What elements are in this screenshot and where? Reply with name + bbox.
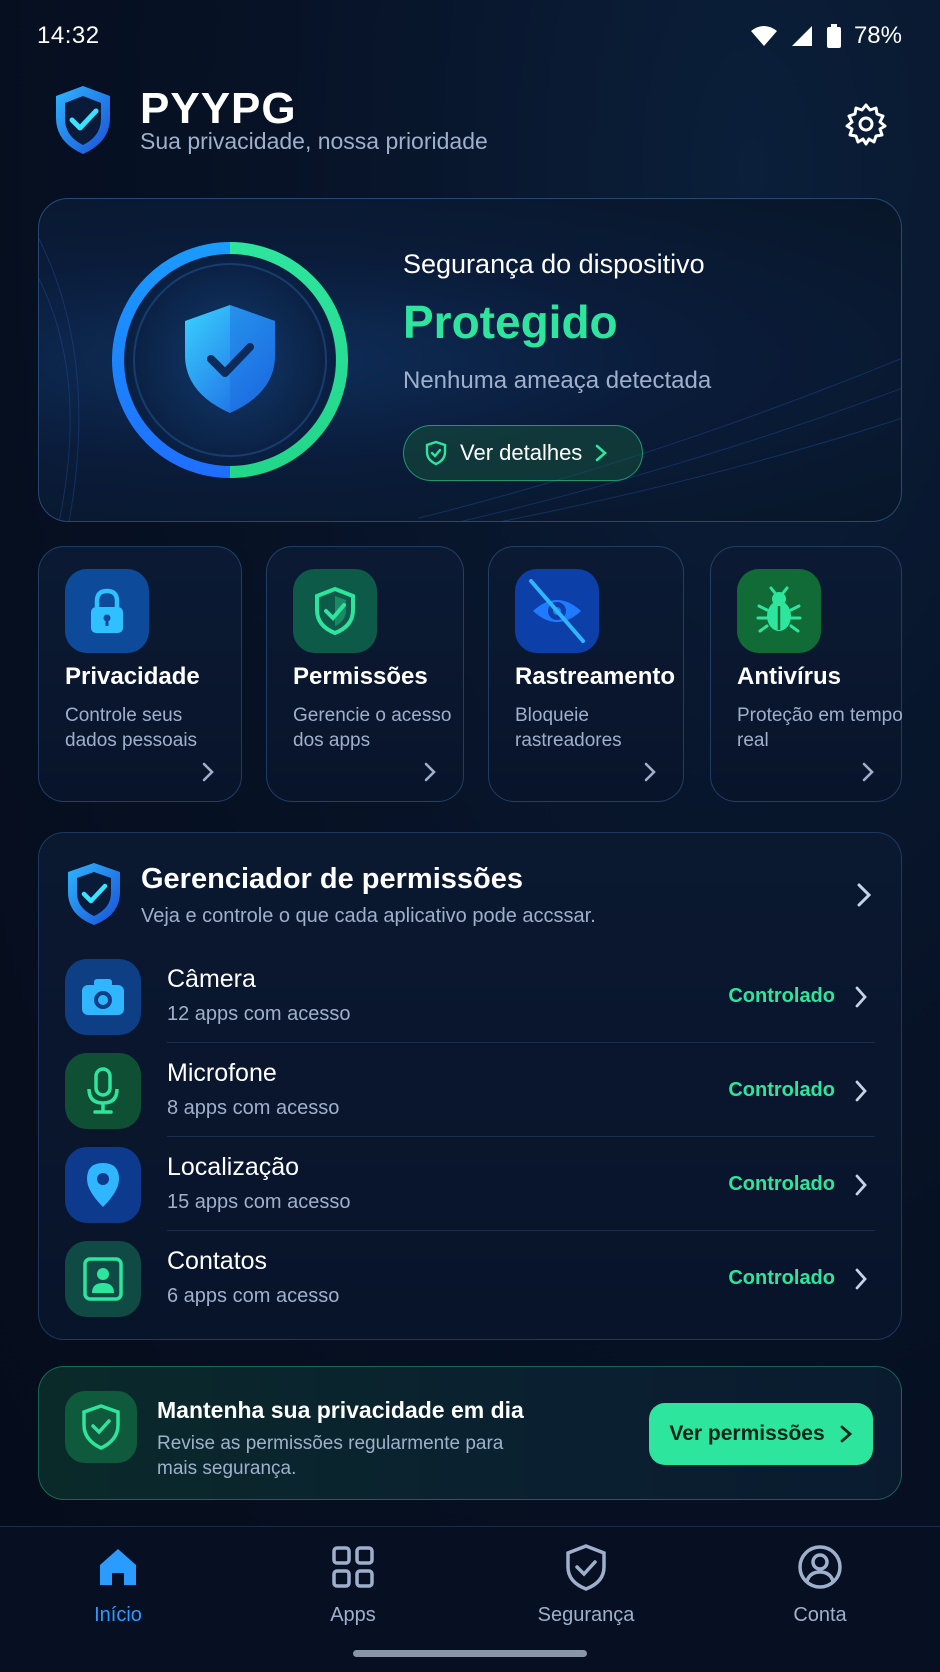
chevron-right-icon[interactable]: [855, 881, 873, 909]
permission-status: Controlado: [728, 1079, 835, 1101]
banner-title: Mantenha sua privacidade em dia: [157, 1397, 524, 1423]
shield-check-small-icon: [425, 440, 447, 466]
view-permissions-label: Ver permissões: [669, 1422, 825, 1445]
chevron-right-icon: [840, 1425, 852, 1443]
device-security-card[interactable]: Segurança do dispositivo Protegido Nenhu…: [38, 198, 902, 522]
brand-subtitle: Sua privacidade, nossa prioridade: [140, 128, 488, 154]
bug-icon: [737, 569, 821, 653]
card-description: Proteção em tempo real: [737, 705, 903, 751]
protection-ring: [112, 242, 348, 478]
shield-icon: [566, 1544, 606, 1591]
card-description: Gerencie o acesso dos apps: [293, 705, 452, 751]
grid-icon: [332, 1546, 374, 1588]
card-title: Antivírus: [737, 663, 842, 690]
shield-check-icon: [65, 1391, 137, 1463]
nav-label: Segurança: [537, 1604, 635, 1626]
permission-row-location[interactable]: Localização 15 apps com acesso Controlad…: [65, 1137, 875, 1231]
contact-icon: [65, 1241, 141, 1317]
chevron-right-icon: [855, 1174, 867, 1196]
permission-manager-card: Gerenciador de permissões Veja e control…: [38, 832, 902, 1340]
chevron-right-icon: [202, 762, 214, 782]
card-title: Privacidade: [65, 663, 200, 690]
nav-label: Conta: [793, 1604, 847, 1626]
permission-status: Controlado: [728, 1173, 835, 1195]
nav-apps[interactable]: Apps: [263, 1543, 443, 1643]
permission-row-contacts[interactable]: Contatos 6 apps com acesso Controlado: [65, 1231, 875, 1325]
chevron-right-icon: [596, 444, 608, 462]
shield-check-icon: [68, 863, 120, 925]
permission-status: Controlado: [728, 985, 835, 1007]
shield-check-icon: [293, 569, 377, 653]
status-bar: 14:32 78%: [0, 0, 940, 76]
view-permissions-button[interactable]: Ver permissões: [649, 1403, 873, 1465]
status-icons: 78%: [750, 22, 902, 50]
permission-status: Controlado: [728, 1267, 835, 1289]
card-description: Bloqueie rastreadores: [515, 705, 622, 751]
card-permissions[interactable]: Permissões Gerencie o acesso dos apps: [266, 546, 464, 802]
battery-icon: [826, 24, 841, 48]
permission-name: Localização: [167, 1153, 300, 1181]
view-details-button[interactable]: Ver detalhes: [403, 425, 643, 481]
permission-count: 12 apps com acesso: [167, 1003, 351, 1025]
brand-name: PYYPG: [140, 84, 297, 133]
hero-title: Segurança do dispositivo: [403, 249, 705, 279]
permission-name: Contatos: [167, 1247, 268, 1275]
privacy-reminder-banner: Mantenha sua privacidade em dia Revise a…: [38, 1366, 902, 1500]
microphone-icon: [65, 1053, 141, 1129]
permission-manager-title: Gerenciador de permissões: [141, 863, 523, 895]
threat-status: Nenhuma ameaça detectada: [403, 367, 712, 394]
nav-account[interactable]: Conta: [730, 1543, 910, 1643]
home-icon: [100, 1549, 136, 1585]
permission-name: Câmera: [167, 965, 256, 993]
settings-gear-icon[interactable]: [844, 102, 888, 146]
permission-manager-subtitle: Veja e controle o que cada aplicativo po…: [141, 905, 596, 927]
app-header: PYYPG Sua privacidade, nossa prioridade: [52, 84, 888, 164]
permission-count: 8 apps com acesso: [167, 1097, 340, 1119]
location-pin-icon: [65, 1147, 141, 1223]
shield-logo-icon: [56, 86, 110, 154]
card-tracking[interactable]: Rastreamento Bloqueie rastreadores: [488, 546, 684, 802]
battery-level: 78%: [853, 22, 902, 49]
permission-count: 6 apps com acesso: [167, 1285, 340, 1307]
eye-off-icon: [515, 569, 599, 653]
signal-icon: [791, 26, 812, 46]
user-circle-icon: [798, 1545, 842, 1589]
home-indicator[interactable]: [353, 1650, 587, 1657]
lock-icon: [65, 569, 149, 653]
card-description: Controle seus dados pessoais: [65, 705, 198, 751]
protection-status: Protegido: [403, 296, 618, 348]
chevron-right-icon: [644, 762, 656, 782]
nav-label: Início: [94, 1604, 142, 1626]
card-title: Rastreamento: [515, 663, 676, 690]
chevron-right-icon: [424, 762, 436, 782]
banner-description: Revise as permissões regularmente para m…: [157, 1433, 504, 1479]
wifi-icon: [750, 26, 777, 46]
nav-security[interactable]: Segurança: [496, 1543, 676, 1643]
nav-home[interactable]: Início: [28, 1543, 208, 1643]
nav-label: Apps: [330, 1604, 376, 1626]
permission-name: Microfone: [167, 1059, 277, 1087]
feature-cards: Privacidade Controle seus dados pessoais…: [38, 546, 903, 802]
chevron-right-icon: [862, 762, 874, 782]
permission-count: 15 apps com acesso: [167, 1191, 351, 1213]
card-antivirus[interactable]: Antivírus Proteção em tempo real: [710, 546, 903, 802]
permission-row-camera[interactable]: Câmera 12 apps com acesso Controlado: [65, 949, 875, 1043]
status-time: 14:32: [37, 22, 100, 49]
chevron-right-icon: [855, 986, 867, 1008]
permission-row-microphone[interactable]: Microfone 8 apps com acesso Controlado: [65, 1043, 875, 1137]
chevron-right-icon: [855, 1268, 867, 1290]
view-details-label: Ver detalhes: [460, 440, 583, 465]
card-privacy[interactable]: Privacidade Controle seus dados pessoais: [38, 546, 242, 802]
camera-icon: [65, 959, 141, 1035]
chevron-right-icon: [855, 1080, 867, 1102]
card-title: Permissões: [293, 663, 428, 690]
